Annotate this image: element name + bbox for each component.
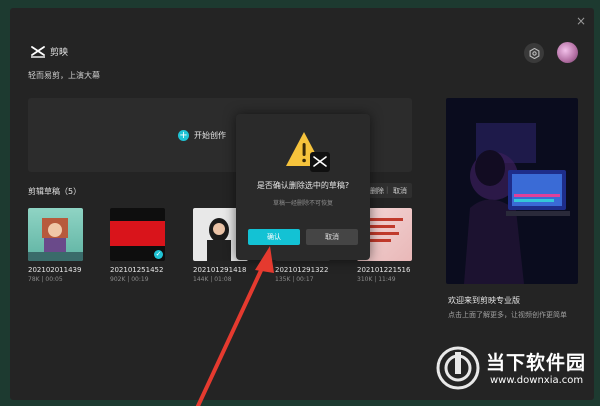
dialog-subtitle: 草稿一经删除不可恢复 [272,200,333,207]
settings-icon [529,47,539,59]
divider: | [386,186,389,194]
welcome-desc: 点击上面了解更多，让视频创作更简单 [448,311,567,319]
promo-illustration [446,98,578,284]
draft-name: 202101221516 [357,266,411,274]
draft-meta: 902K | 00:19 [110,276,149,283]
draft-meta: 144K | 01:08 [193,276,232,283]
draft-name: 202101251452 [110,266,164,274]
delete-button[interactable]: 删除 [370,186,384,196]
watermark-logo-icon [436,346,480,390]
draft-meta: 310K | 11:49 [357,276,396,283]
close-icon[interactable]: × [574,14,588,28]
watermark-text: 当下软件园 [486,352,587,374]
draft-name: 202101291418 [193,266,247,274]
avatar[interactable] [557,42,578,63]
illustration-icon [28,218,83,261]
welcome-title: 欢迎来到剪映专业版 [448,296,520,305]
jianying-logo-icon [31,46,45,58]
draft-thumbnail[interactable]: ✓ [110,208,165,261]
drafts-title: 剪辑草稿（5） [28,187,82,196]
settings-button[interactable] [524,43,544,63]
app-name: 剪映 [50,48,69,58]
draft-thumbnail[interactable] [28,208,83,261]
draft-name: 202101291322 [275,266,329,274]
draft-meta: 78K | 00:05 [28,276,63,283]
draft-card[interactable]: ✓ 202101251452 902K | 00:19 [110,208,165,283]
promo-image[interactable] [446,98,578,284]
dialog-title: 是否确认删除选中的草稿? [256,181,350,190]
confirm-button[interactable]: 确认 [248,229,300,245]
warning-icon [286,132,330,172]
slogan: 轻而易剪，上演大幕 [28,71,100,80]
draft-meta: 135K | 00:17 [275,276,314,283]
plus-icon[interactable]: + [178,130,189,141]
draft-name: 202102011439 [28,266,82,274]
check-icon[interactable]: ✓ [154,250,163,259]
draft-card[interactable]: 202102011439 78K | 00:05 [28,208,83,283]
watermark-url: www.downxia.com [490,375,584,386]
draft-actions: 删除 | 取消 [366,183,412,198]
cancel-button[interactable]: 取消 [306,229,358,245]
start-create-label[interactable]: 开始创作 [194,130,226,141]
cancel-select-button[interactable]: 取消 [393,186,407,196]
